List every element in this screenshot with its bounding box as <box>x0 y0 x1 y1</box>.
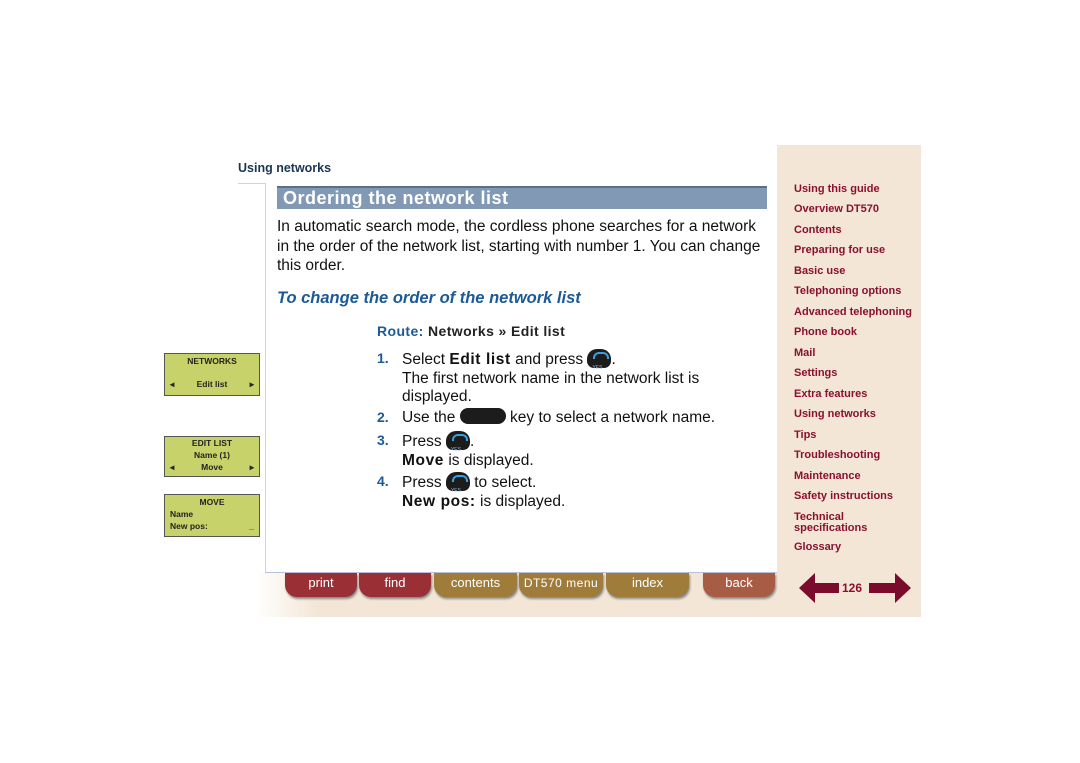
right-arrow-icon: ▸ <box>249 379 254 389</box>
lcd-screen-networks: NETWORKS ◂ Edit list ▸ <box>164 353 260 396</box>
step-text: Use the <box>402 409 460 426</box>
sidebar-link[interactable]: Contents <box>794 225 842 236</box>
step-text: Select <box>402 351 450 368</box>
sidebar-link[interactable]: Extra features <box>794 389 867 400</box>
step-1: 1. Select Edit list and press .The first… <box>377 349 742 407</box>
step-text: . <box>469 433 475 450</box>
sidebar-link[interactable]: Using this guide <box>794 184 880 195</box>
step-keyword: New pos: <box>402 492 476 510</box>
step-4: 4. Press to select.New pos: is displayed… <box>377 472 742 511</box>
lcd-line: New pos: <box>170 521 208 531</box>
step-text: The first network name in the network li… <box>402 369 700 406</box>
sidebar-link[interactable]: Advanced telephoning <box>794 307 912 318</box>
page-number: 126 <box>842 581 863 595</box>
yes-key-icon <box>445 431 470 460</box>
page-title: Ordering the network list <box>277 186 767 209</box>
lcd-line: Name <box>170 509 194 519</box>
route-path: Networks » Edit list <box>428 323 566 339</box>
lcd-line: Move <box>201 462 223 472</box>
step-text: . <box>611 351 616 368</box>
step-text: Press <box>402 433 446 450</box>
lcd-line: Name (1) <box>194 450 230 460</box>
lcd-title: MOVE <box>199 497 225 507</box>
step-number: 3. <box>377 432 389 448</box>
yes-key-icon <box>587 349 612 378</box>
dt570-menu-button[interactable]: DT570 menu <box>519 573 603 597</box>
lcd-title: NETWORKS <box>187 356 237 366</box>
sidebar-link[interactable]: Mail <box>794 348 815 359</box>
step-keyword: Edit list <box>449 351 511 368</box>
sidebar-link[interactable]: Phone book <box>794 327 857 338</box>
left-arrow-icon: ◂ <box>170 379 175 389</box>
step-keyword: Move <box>402 451 445 469</box>
route-label: Route: <box>377 323 424 339</box>
sidebar-link[interactable]: Basic use <box>794 266 845 277</box>
sidebar-link[interactable]: Tips <box>794 430 816 441</box>
sidebar-link[interactable]: Settings <box>794 368 837 379</box>
step-number: 1. <box>377 350 389 366</box>
lcd-line: Edit list <box>196 379 228 389</box>
lcd-screen-move: MOVE Name New pos: _ <box>164 494 260 537</box>
sidebar-link[interactable]: Safety instructions <box>794 491 893 502</box>
step-text: to select. <box>469 474 537 491</box>
lcd-screen-edit-list: EDIT LIST Name (1) ◂ Move ▸ <box>164 436 260 477</box>
intro-text: In automatic search mode, the cordless p… <box>277 218 761 274</box>
route: Route: Networks » Edit list <box>377 323 565 339</box>
step-text: key to select a network name. <box>505 409 716 426</box>
right-arrow-icon: ▸ <box>249 462 254 472</box>
contents-button[interactable]: contents <box>434 573 517 597</box>
navigation-key-icon <box>459 408 506 424</box>
previous-page-arrow-icon[interactable] <box>799 573 839 603</box>
step-3: 3. Press .Move is displayed. <box>377 431 742 470</box>
step-number: 4. <box>377 473 389 489</box>
sidebar-link[interactable]: Technical specifications <box>794 512 884 534</box>
lcd-cursor: _ <box>249 521 254 531</box>
next-page-arrow-icon[interactable] <box>869 573 911 603</box>
sidebar-link[interactable]: Maintenance <box>794 471 861 482</box>
section-header: Using networks <box>238 161 332 175</box>
step-text: and press <box>510 351 588 368</box>
step-text: is displayed. <box>475 492 566 510</box>
print-button[interactable]: print <box>285 573 357 597</box>
sidebar-link[interactable]: Troubleshooting <box>794 450 880 461</box>
left-arrow-icon: ◂ <box>170 462 175 472</box>
sidebar-link[interactable]: Glossary <box>794 542 841 553</box>
back-button[interactable]: back <box>703 573 775 597</box>
divider <box>265 183 266 573</box>
sidebar-link[interactable]: Overview DT570 <box>794 204 879 215</box>
step-text: Press <box>402 474 446 491</box>
step-number: 2. <box>377 409 389 425</box>
lcd-title: EDIT LIST <box>191 438 233 448</box>
yes-key-icon <box>445 472 470 501</box>
sidebar-link[interactable]: Preparing for use <box>794 245 885 256</box>
subheading: To change the order of the network list <box>277 289 581 307</box>
step-2: 2. Use the key to select a network name. <box>377 408 742 428</box>
find-button[interactable]: find <box>359 573 431 597</box>
sidebar-link[interactable]: Telephoning options <box>794 286 901 297</box>
sidebar-link[interactable]: Using networks <box>794 409 876 420</box>
divider <box>238 183 266 184</box>
index-button[interactable]: index <box>606 573 689 597</box>
